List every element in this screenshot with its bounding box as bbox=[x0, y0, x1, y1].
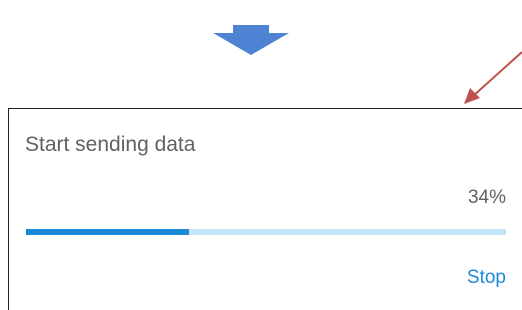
dialog-title: Start sending data bbox=[25, 133, 196, 156]
progress-bar bbox=[26, 229, 506, 235]
progress-percent: 34% bbox=[467, 187, 506, 208]
down-arrow-icon bbox=[213, 25, 289, 55]
progress-dialog: Start sending data 34% Stop bbox=[8, 108, 522, 310]
stop-button[interactable]: Stop bbox=[467, 267, 506, 289]
screenshot-stage: Start sending data 34% Stop bbox=[0, 0, 522, 310]
pointer-arrow-icon bbox=[464, 51, 522, 104]
progress-bar-fill bbox=[26, 229, 190, 235]
